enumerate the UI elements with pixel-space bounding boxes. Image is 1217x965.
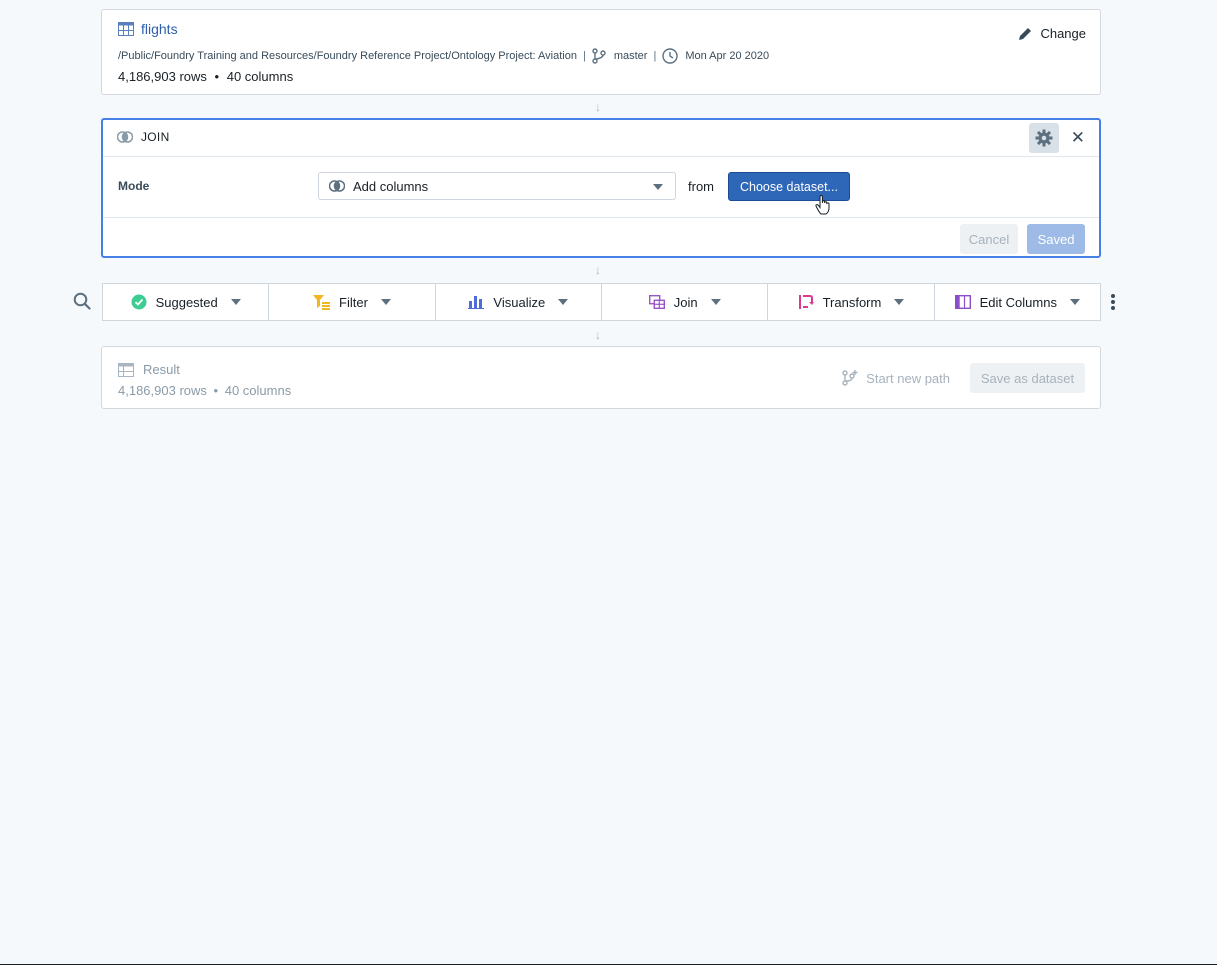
separator: | bbox=[582, 50, 586, 62]
branch-name[interactable]: master bbox=[614, 50, 648, 62]
dataset-title[interactable]: flights bbox=[118, 21, 178, 37]
flow-arrow: ↓ bbox=[595, 100, 601, 114]
dataset-path[interactable]: /Public/Foundry Training and Resources/F… bbox=[118, 50, 577, 62]
columns-icon bbox=[954, 295, 971, 309]
chevron-down-icon bbox=[653, 184, 663, 190]
dataset-counts: 4,186,903 rows • 40 columns bbox=[118, 69, 293, 84]
settings-button[interactable] bbox=[1029, 123, 1059, 153]
dataset-date: Mon Apr 20 2020 bbox=[685, 50, 770, 62]
mode-value: Add columns bbox=[353, 178, 429, 194]
from-label: from bbox=[688, 179, 714, 194]
bullet: • bbox=[214, 69, 220, 84]
toolbar-edit-columns[interactable]: Edit Columns bbox=[935, 284, 1100, 320]
toolbar-transform[interactable]: Transform bbox=[768, 284, 935, 320]
join-title: JOIN bbox=[117, 130, 170, 144]
separator: | bbox=[653, 50, 657, 62]
toolbar-label: Suggested bbox=[155, 294, 218, 310]
start-new-path-label: Start new path bbox=[866, 370, 950, 386]
join-card: JOIN ✕ Mode Add columns from Choose data… bbox=[101, 118, 1101, 258]
result-title-label: Result bbox=[143, 362, 180, 377]
table-icon bbox=[118, 22, 134, 36]
toolbar-visualize[interactable]: Visualize bbox=[436, 284, 602, 320]
transform-icon bbox=[798, 295, 814, 309]
column-count: 40 columns bbox=[224, 383, 292, 398]
chevron-down-icon bbox=[1069, 299, 1080, 305]
dataset-meta: /Public/Foundry Training and Resources/F… bbox=[118, 48, 769, 64]
close-icon[interactable]: ✕ bbox=[1071, 129, 1085, 146]
toolbar-label: Join bbox=[673, 294, 698, 310]
gear-icon bbox=[1035, 129, 1053, 147]
result-title: Result bbox=[118, 362, 180, 377]
chevron-down-icon bbox=[894, 299, 905, 305]
result-card: Result 4,186,903 rows • 40 columns Start… bbox=[101, 346, 1101, 409]
pencil-icon bbox=[1019, 27, 1032, 40]
hand-cursor-icon bbox=[815, 195, 830, 215]
search-icon[interactable] bbox=[73, 292, 91, 310]
join-icon bbox=[117, 131, 133, 143]
toolbar-label: Edit Columns bbox=[979, 294, 1057, 310]
git-branch-icon bbox=[592, 48, 606, 64]
more-vertical-icon[interactable] bbox=[1110, 293, 1116, 311]
mode-label: Mode bbox=[118, 179, 150, 193]
cancel-button[interactable]: Cancel bbox=[960, 224, 1018, 254]
change-button[interactable]: Change bbox=[1018, 26, 1086, 41]
flow-arrow: ↓ bbox=[595, 263, 601, 277]
filter-icon bbox=[313, 294, 331, 310]
change-label: Change bbox=[1040, 26, 1086, 41]
chevron-down-icon bbox=[558, 299, 569, 305]
source-dataset-card: flights /Public/Foundry Training and Res… bbox=[101, 9, 1101, 95]
flow-arrow: ↓ bbox=[595, 328, 601, 342]
toolbar-label: Filter bbox=[339, 294, 368, 310]
toolbar-suggested[interactable]: Suggested bbox=[103, 284, 270, 320]
result-counts: 4,186,903 rows • 40 columns bbox=[118, 383, 291, 398]
row-count: 4,186,903 rows bbox=[118, 69, 207, 84]
join-table-icon bbox=[648, 295, 665, 309]
git-branch-add-icon bbox=[842, 370, 858, 386]
bullet: • bbox=[213, 383, 219, 398]
row-count: 4,186,903 rows bbox=[118, 383, 207, 398]
saved-button[interactable]: Saved bbox=[1027, 224, 1085, 254]
toolbar-join[interactable]: Join bbox=[602, 284, 769, 320]
choose-dataset-button[interactable]: Choose dataset... bbox=[728, 172, 850, 201]
toolbar-label: Visualize bbox=[493, 294, 546, 310]
save-as-dataset-button[interactable]: Save as dataset bbox=[970, 363, 1085, 393]
join-title-label: JOIN bbox=[141, 130, 170, 144]
start-new-path-button[interactable]: Start new path bbox=[842, 370, 950, 386]
chevron-down-icon bbox=[710, 299, 721, 305]
join-icon bbox=[329, 180, 345, 192]
bar-chart-icon bbox=[468, 296, 485, 309]
table-icon bbox=[118, 362, 134, 377]
check-circle-icon bbox=[131, 294, 147, 310]
chevron-down-icon bbox=[380, 299, 391, 305]
chevron-down-icon bbox=[230, 299, 241, 305]
join-header: JOIN ✕ bbox=[103, 120, 1099, 157]
clock-icon bbox=[662, 48, 679, 64]
board-toolbar: Suggested Filter Visualize Join Transfor… bbox=[102, 283, 1101, 321]
mode-select[interactable]: Add columns bbox=[318, 172, 676, 200]
column-count: 40 columns bbox=[226, 69, 294, 84]
toolbar-label: Transform bbox=[822, 294, 882, 310]
toolbar-filter[interactable]: Filter bbox=[269, 284, 436, 320]
divider bbox=[103, 217, 1099, 218]
dataset-name[interactable]: flights bbox=[141, 21, 178, 37]
